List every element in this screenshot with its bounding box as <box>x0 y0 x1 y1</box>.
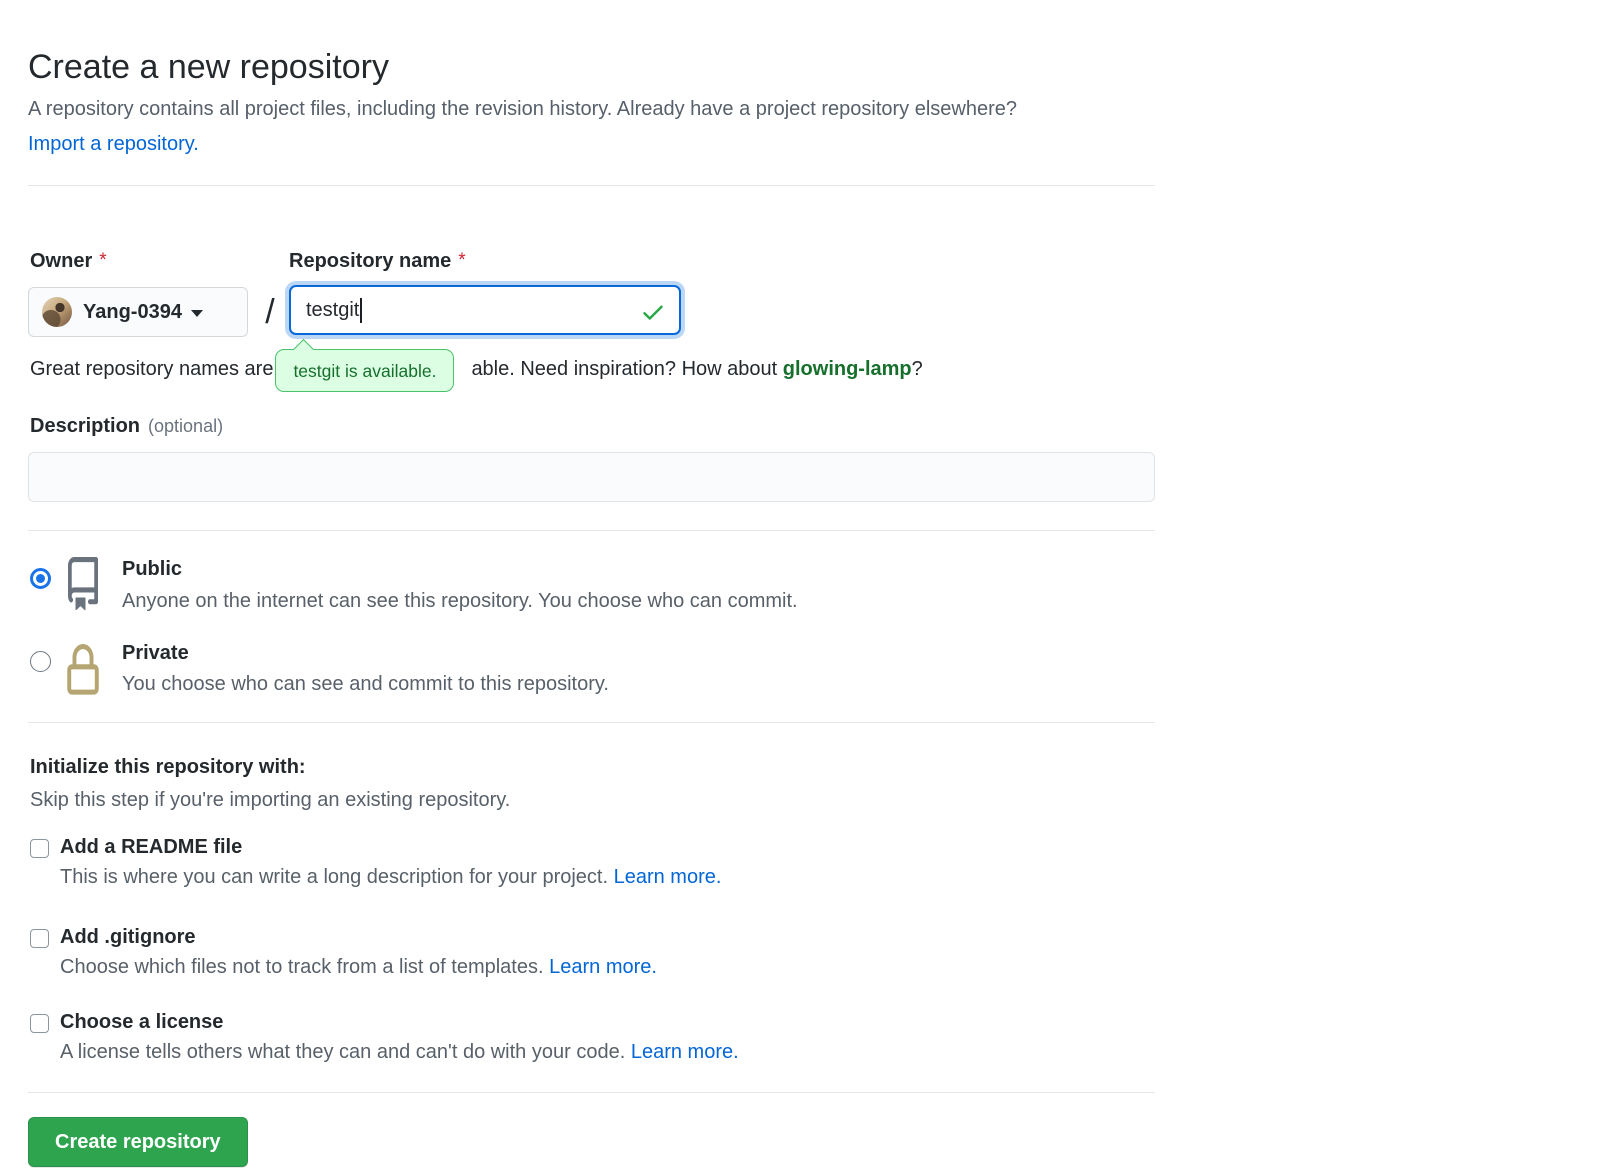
public-label: Public <box>122 558 183 580</box>
required-asterisk: * <box>458 250 466 271</box>
private-description: You choose who can see and commit to thi… <box>122 673 609 695</box>
initialize-note: Skip this step if you're importing an ex… <box>30 789 511 811</box>
license-learn-more-link[interactable]: Learn more. <box>631 1041 739 1063</box>
gitignore-learn-more-link[interactable]: Learn more. <box>549 956 657 978</box>
availability-tooltip: testgit is available. <box>275 349 455 392</box>
public-description: Anyone on the internet can see this repo… <box>122 590 798 612</box>
gitignore-description: Choose which files not to track from a l… <box>60 956 657 978</box>
initialize-heading: Initialize this repository with: <box>30 756 306 778</box>
repository-name-input[interactable]: testgit <box>289 285 681 335</box>
readme-learn-more-link[interactable]: Learn more. <box>614 866 722 888</box>
gitignore-checkbox[interactable] <box>30 929 49 948</box>
readme-label: Add a README file <box>60 836 243 858</box>
page-subtitle: A repository contains all project files,… <box>28 98 1018 120</box>
owner-repo-separator: / <box>265 292 275 331</box>
owner-avatar <box>42 297 72 327</box>
readme-checkbox[interactable] <box>30 839 49 858</box>
license-description: A license tells others what they can and… <box>60 1041 739 1063</box>
create-repository-button[interactable]: Create repository <box>28 1117 248 1167</box>
private-label: Private <box>122 642 189 664</box>
hint-suffix: able. Need inspiration? How about glowin… <box>471 358 923 380</box>
gitignore-label: Add .gitignore <box>60 926 196 948</box>
description-label: Description (optional) <box>30 415 224 437</box>
create-repository-page: Create a new repository A repository con… <box>0 0 1609 1175</box>
repository-name-value: testgit <box>306 298 360 321</box>
repo-icon <box>63 557 103 616</box>
divider <box>28 722 1155 723</box>
suggested-name: glowing-lamp <box>782 358 912 380</box>
optional-note: (optional) <box>148 416 224 436</box>
owner-label: Owner * <box>30 250 107 272</box>
check-icon <box>640 299 666 331</box>
import-repository-link[interactable]: Import a repository. <box>28 131 199 157</box>
required-asterisk: * <box>99 250 107 271</box>
page-title: Create a new repository <box>28 48 389 86</box>
license-checkbox[interactable] <box>30 1014 49 1033</box>
divider <box>28 1092 1155 1093</box>
chevron-down-icon <box>190 310 203 317</box>
divider <box>28 530 1155 531</box>
private-radio[interactable] <box>30 651 51 672</box>
owner-select-button[interactable]: Yang-0394 <box>28 287 248 337</box>
text-cursor <box>360 297 363 323</box>
tooltip-anchor: testgit is available. <box>273 349 471 392</box>
readme-description: This is where you can write a long descr… <box>60 866 722 888</box>
repository-name-label: Repository name * <box>289 250 466 272</box>
public-radio[interactable] <box>30 568 51 589</box>
repository-name-hint: Great repository names are testgit is av… <box>30 349 923 392</box>
hint-prefix: Great repository names are <box>30 358 274 380</box>
license-label: Choose a license <box>60 1011 224 1033</box>
lock-icon <box>62 644 104 703</box>
owner-name: Yang-0394 <box>83 300 182 323</box>
divider <box>28 185 1155 186</box>
description-input[interactable] <box>28 452 1155 502</box>
